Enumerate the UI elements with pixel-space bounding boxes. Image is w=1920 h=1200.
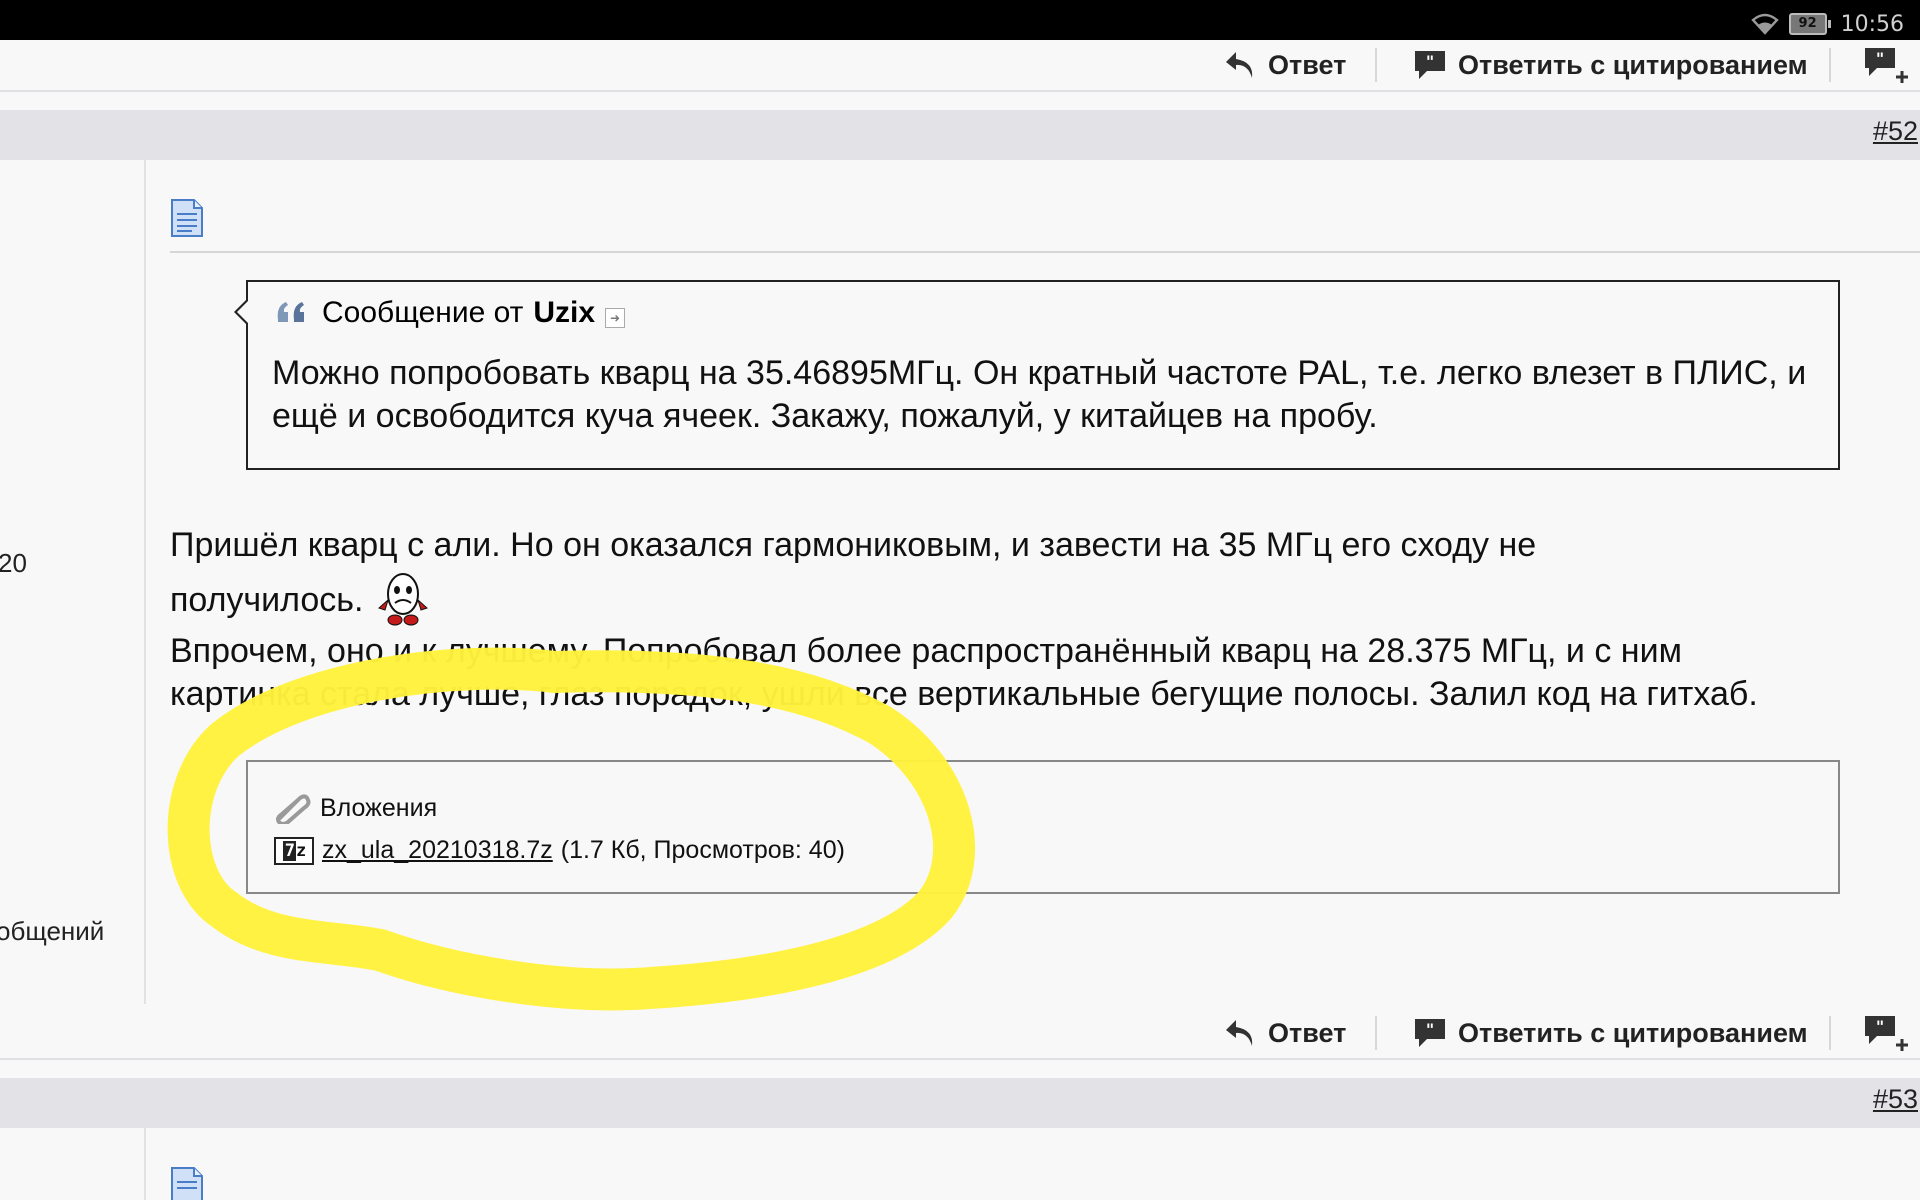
post-header-52: #52 — [0, 110, 1920, 160]
user-info-fragment-2: общений — [0, 916, 105, 946]
attachments-header: Вложения — [274, 792, 437, 824]
reply-button[interactable]: Ответ — [1222, 40, 1346, 90]
battery-icon: 92 — [1788, 13, 1831, 35]
archive-7z-icon: 7z — [274, 836, 314, 865]
quote-reply-label: Ответить с цитированием — [1458, 1017, 1808, 1048]
quote-marks-icon — [277, 302, 304, 322]
multi-quote-button[interactable]: " — [1862, 40, 1912, 90]
post-number-link[interactable]: #53 — [1873, 1084, 1918, 1115]
post-number-link[interactable]: #52 — [1873, 116, 1918, 147]
view-post-icon[interactable]: ➜ — [605, 308, 626, 328]
sad-egg-smiley-icon — [378, 573, 429, 626]
quote-reply-button[interactable]: " Ответить с цитированием — [1412, 40, 1808, 90]
post-divider — [170, 251, 1920, 253]
quote-reply-button[interactable]: " Ответить с цитированием — [1412, 1008, 1808, 1058]
quote-header: Сообщение от Uzix ➜ — [274, 296, 626, 330]
document-icon — [171, 1167, 203, 1200]
paperclip-icon — [276, 794, 311, 824]
svg-text:": " — [1876, 49, 1884, 68]
message-line-3: Впрочем, оно и к лучшему. Попробовал бол… — [170, 632, 1682, 670]
user-info-fragment-1: 20 — [0, 548, 27, 578]
svg-text:": " — [1876, 1017, 1884, 1036]
post-actions-bottom: Ответ " Ответить с цитированием " — [0, 1008, 1920, 1060]
quote-reply-label: Ответить с цитированием — [1458, 49, 1808, 80]
reply-label: Ответ — [1268, 1017, 1347, 1048]
reply-button[interactable]: Ответ — [1222, 1008, 1346, 1058]
clock: 10:56 — [1840, 11, 1904, 37]
quote-prefix: Сообщение от — [322, 296, 524, 329]
multi-quote-icon: " — [1865, 1016, 1908, 1051]
quote-bubble-icon: " — [1415, 1019, 1445, 1047]
message-line-4: картинка стала лучше, глаз порадок, ушли… — [170, 675, 1758, 713]
svg-text:": " — [1426, 1020, 1434, 1039]
attachments-title: Вложения — [320, 793, 438, 822]
multi-quote-icon: " — [1865, 48, 1908, 83]
attachments-box: Вложения 7z zx_ula_20210318.7z (1.7 Кб, … — [246, 760, 1840, 894]
attachment-item: 7z zx_ula_20210318.7z (1.7 Кб, Просмотро… — [274, 836, 845, 865]
post-message: Пришёл кварц с али. Но он оказался гармо… — [170, 520, 1910, 716]
quote-bubble-icon: " — [1415, 51, 1445, 79]
user-info-column-53 — [0, 1128, 146, 1200]
quote-text: Можно попробовать кварц на 35.46895МГц. … — [272, 354, 1807, 435]
attachment-meta: (1.7 Кб, Просмотров: 40) — [560, 836, 845, 864]
post-actions-top: Ответ " Ответить с цитированием " — [0, 40, 1920, 92]
message-line-1: Пришёл кварц с али. Но он оказался гармо… — [170, 526, 1537, 564]
reply-label: Ответ — [1268, 49, 1347, 80]
message-line-2-text: получилось. — [170, 581, 364, 619]
quote-block: Сообщение от Uzix ➜ Можно попробовать кв… — [234, 280, 1840, 470]
page: 92 10:56 Ответ " Ответить с цитированием — [0, 0, 1920, 1200]
user-info-column: 20 общений — [0, 160, 146, 1004]
attachment-file-link[interactable]: zx_ula_20210318.7z — [322, 836, 553, 865]
post-header-53: #53 — [0, 1078, 1920, 1128]
battery-level: 92 — [1788, 13, 1827, 35]
wifi-icon — [1750, 13, 1779, 35]
document-icon — [171, 199, 203, 237]
message-line-2: получилось. — [170, 570, 1910, 630]
quote-author: Uzix — [533, 296, 596, 329]
status-right: 92 10:56 — [1750, 8, 1904, 40]
svg-text:": " — [1426, 52, 1434, 71]
reply-arrow-icon — [1226, 1020, 1253, 1046]
reply-arrow-icon — [1226, 52, 1253, 78]
multi-quote-button[interactable]: " — [1862, 1008, 1912, 1058]
